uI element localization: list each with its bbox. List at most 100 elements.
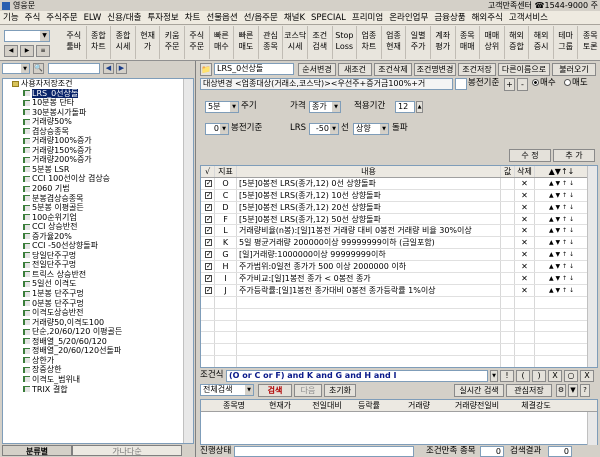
- grid-move-cell[interactable]: ▲ ▼ ↑ ↓: [535, 225, 589, 237]
- grid-check-cell[interactable]: [201, 344, 215, 356]
- tree-item[interactable]: 거래량50,이격도100: [3, 318, 193, 328]
- grid-row[interactable]: I주가비교:[일]1봉전 종가 < 0봉전 종가 ✕ ▲ ▼ ↑ ↓: [201, 273, 597, 285]
- tree-item[interactable]: 100순위기업: [3, 213, 193, 223]
- grid-check-cell[interactable]: [201, 177, 215, 189]
- arrow-top-icon[interactable]: ↑: [562, 275, 569, 282]
- grid-row[interactable]: D[5분]0봉전 LRS(종가,12) 20선 상향돌파 ✕ ▲ ▼ ↑ ↓: [201, 201, 597, 214]
- grid-move-cell[interactable]: [535, 296, 589, 308]
- grid-move-cell[interactable]: ▲ ▼ ↑ ↓: [535, 273, 589, 284]
- toolbar-menu-icon[interactable]: ≡: [36, 45, 50, 57]
- tree-item[interactable]: 단순,20/60/120 이평골든: [3, 327, 193, 337]
- arrow-top-icon[interactable]: ↑: [562, 251, 569, 258]
- arrow-bottom-icon[interactable]: ↓: [569, 239, 574, 246]
- grid-row[interactable]: [201, 296, 597, 309]
- plus-button[interactable]: +: [504, 78, 515, 91]
- menu-item-3[interactable]: ELW: [81, 11, 105, 24]
- formula-field[interactable]: (O or C or F) and K and G and H and I: [226, 370, 488, 382]
- direction-select[interactable]: 상향 ▼: [353, 123, 389, 135]
- menu-item-14[interactable]: 해외주식: [469, 11, 506, 24]
- bong-field[interactable]: 0 ▼: [205, 123, 229, 135]
- grid-delete-cell[interactable]: [515, 308, 535, 320]
- result-scrollbar[interactable]: [587, 412, 597, 445]
- grid-check-cell[interactable]: [201, 273, 215, 284]
- menu-item-6[interactable]: 차트: [182, 11, 204, 24]
- edit-button[interactable]: 수 정: [509, 149, 551, 162]
- apply-period-field[interactable]: 12: [395, 101, 415, 113]
- tree-item[interactable]: 거래량200%증가: [3, 155, 193, 165]
- help-icon[interactable]: ?: [580, 384, 590, 397]
- arrow-bottom-icon[interactable]: ↓: [569, 251, 574, 258]
- toolbar-button-8[interactable]: 관심 종목: [259, 26, 284, 59]
- search-combo[interactable]: ▼: [2, 63, 30, 74]
- grid-move-cell[interactable]: [535, 344, 589, 356]
- next-button[interactable]: 다음: [294, 384, 322, 397]
- grid-check-cell[interactable]: [201, 225, 215, 237]
- tree-item[interactable]: TRIX 결합: [3, 385, 193, 395]
- toolbar-button-10[interactable]: 조건 검색: [308, 26, 333, 59]
- toolbar-prev-icon[interactable]: ◀: [4, 45, 18, 57]
- arrow-top-icon[interactable]: ↑: [562, 227, 569, 234]
- reorder-button[interactable]: 순서변경: [298, 63, 336, 76]
- tab-category[interactable]: 분류별: [2, 445, 72, 456]
- toolbar-button-1[interactable]: 종합 차트: [87, 26, 112, 59]
- grid-row[interactable]: L거래량비율(n봉):[일]1봉전 거래량 대비 0봉전 거래량 비율 30%이…: [201, 225, 597, 238]
- toolbar-button-3[interactable]: 현재 가: [136, 26, 161, 59]
- toolbar-button-14[interactable]: 일별 주가: [406, 26, 431, 59]
- grid-row[interactable]: [201, 332, 597, 345]
- menu-item-0[interactable]: 기능: [0, 11, 22, 24]
- grid-move-cell[interactable]: ▲ ▼ ↑ ↓: [535, 201, 589, 213]
- grid-scrollbar[interactable]: [587, 166, 597, 367]
- reset-button[interactable]: 초기화: [324, 384, 356, 397]
- arrow-top-icon[interactable]: ↑: [562, 263, 569, 270]
- grid-delete-cell[interactable]: [515, 332, 535, 344]
- realtime-search-button[interactable]: 실시간 검색: [454, 384, 504, 397]
- close-icon[interactable]: ✕: [521, 179, 528, 188]
- grid-row[interactable]: C[5분]0봉전 LRS(종가,12) 10선 상향돌파 ✕ ▲ ▼ ↑ ↓: [201, 189, 597, 202]
- tree-item[interactable]: 겹상승종목: [3, 127, 193, 137]
- grid-delete-cell[interactable]: ✕: [515, 225, 535, 237]
- close-icon[interactable]: ✕: [521, 203, 528, 212]
- arrow-bottom-icon[interactable]: ↓: [569, 180, 574, 187]
- row-checkbox[interactable]: [205, 190, 212, 201]
- toolbar-button-12[interactable]: 업종 차트: [357, 26, 382, 59]
- condition-tree[interactable]: 사용자저장조건 LRS_0선상돌 10분봉 단타 30분봉시가돌파 거래량50% 겹상승…: [2, 78, 194, 444]
- grid-move-cell[interactable]: ▲ ▼ ↑ ↓: [535, 213, 589, 225]
- grid-delete-cell[interactable]: ✕: [515, 261, 535, 273]
- arrow-bottom-icon[interactable]: ↓: [569, 216, 574, 223]
- grid-delete-cell[interactable]: [515, 356, 535, 367]
- tab-alphabetical[interactable]: 가나다순: [72, 445, 182, 456]
- row-checkbox[interactable]: [205, 225, 212, 236]
- toolbar-button-11[interactable]: Stop Loss: [333, 26, 358, 59]
- close-icon[interactable]: ✕: [521, 286, 528, 295]
- tree-item[interactable]: 이격도_범위내: [3, 375, 193, 385]
- close-icon[interactable]: ✕: [521, 226, 528, 235]
- menu-item-15[interactable]: 고객서비스: [506, 11, 551, 24]
- arrow-bottom-icon[interactable]: ↓: [569, 204, 574, 211]
- arrow-bottom-icon[interactable]: ↓: [569, 275, 574, 282]
- menu-item-11[interactable]: 프리미엄: [349, 11, 386, 24]
- grid-delete-cell[interactable]: ✕: [515, 213, 535, 225]
- grid-row[interactable]: H주가범위:0일전 종가가 500 이상 2000000 이하 ✕ ▲ ▼ ↑ ↓: [201, 261, 597, 274]
- tree-item[interactable]: 거래량100%증가: [3, 136, 193, 146]
- row-checkbox[interactable]: [205, 202, 212, 213]
- grid-move-cell[interactable]: ▲ ▼ ↑ ↓: [535, 177, 589, 189]
- formula-op-3[interactable]: X: [548, 370, 562, 382]
- target-change-field[interactable]: 대상변경 <업종대상(거래소,코스닥)><우선주+증거금100%+거: [200, 78, 453, 90]
- grid-check-cell[interactable]: [201, 213, 215, 225]
- toolbar-button-7[interactable]: 빠른 매도: [234, 26, 259, 59]
- row-checkbox[interactable]: [205, 214, 212, 224]
- period-select[interactable]: 5분 ▼: [205, 101, 239, 113]
- arrow-left-icon[interactable]: ◀: [103, 63, 114, 74]
- tree-item[interactable]: 5분봉 이평골든: [3, 203, 193, 213]
- close-icon[interactable]: ✕: [521, 250, 528, 259]
- toolbar-combo[interactable]: ▼: [4, 30, 50, 42]
- grid-row[interactable]: [201, 344, 597, 357]
- grid-row[interactable]: [201, 308, 597, 321]
- minus-button[interactable]: -: [517, 78, 528, 91]
- grid-check-cell[interactable]: [201, 237, 215, 249]
- grid-check-cell[interactable]: [201, 201, 215, 213]
- grid-move-cell[interactable]: ▲ ▼ ↑ ↓: [535, 284, 589, 296]
- formula-op-2[interactable]: ): [532, 370, 546, 382]
- grid-move-cell[interactable]: ▲ ▼ ↑ ↓: [535, 249, 589, 261]
- toolbar-button-21[interactable]: 종목 토론: [578, 26, 600, 59]
